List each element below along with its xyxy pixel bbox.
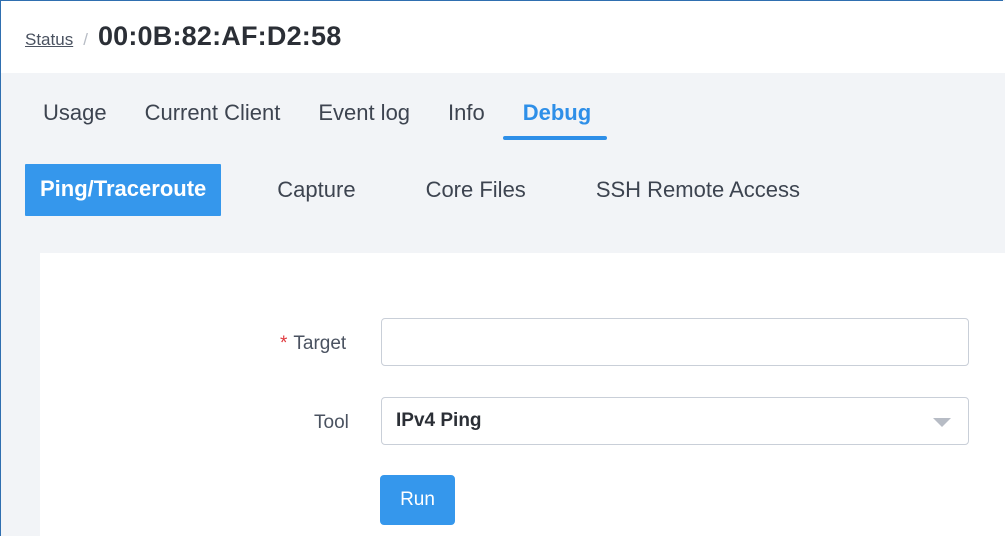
tab-info[interactable]: Info [448,100,485,126]
chevron-down-icon[interactable] [933,418,951,427]
target-label: * Target [280,333,346,355]
main-tabs: Usage Current Client Event log Info Debu… [43,100,629,140]
tab-debug-label: Debug [522,100,592,125]
target-input[interactable] [381,318,969,366]
debug-subtabs: Ping/Traceroute Capture Core Files SSH R… [25,164,800,216]
tool-select[interactable]: IPv4 Ping [381,397,969,445]
ping-traceroute-panel: * Target Tool IPv4 Ping Run [40,253,1005,536]
breadcrumb-separator: / [83,30,88,49]
tab-event-log[interactable]: Event log [318,100,410,126]
active-tab-indicator [502,136,608,140]
run-button[interactable]: Run [380,475,455,525]
tool-label: Tool [314,412,349,433]
tool-select-value: IPv4 Ping [396,410,482,431]
required-mark: * [280,333,288,354]
subtab-capture[interactable]: Capture [277,177,355,203]
subtab-ping-traceroute[interactable]: Ping/Traceroute [25,164,222,216]
page-title: 00:0B:82:AF:D2:58 [97,21,342,51]
page-header: Status / 00:0B:82:AF:D2:58 [1,1,1005,73]
tab-debug[interactable]: Debug [502,100,608,140]
tab-usage[interactable]: Usage [43,100,107,126]
subtab-ssh-remote-access[interactable]: SSH Remote Access [596,177,800,203]
breadcrumb-status-link[interactable]: Status [25,30,73,50]
target-label-text: Target [293,333,347,354]
tab-current-client[interactable]: Current Client [145,100,281,126]
breadcrumb: Status / 00:0B:82:AF:D2:58 [25,21,341,52]
subtab-core-files[interactable]: Core Files [426,177,526,203]
